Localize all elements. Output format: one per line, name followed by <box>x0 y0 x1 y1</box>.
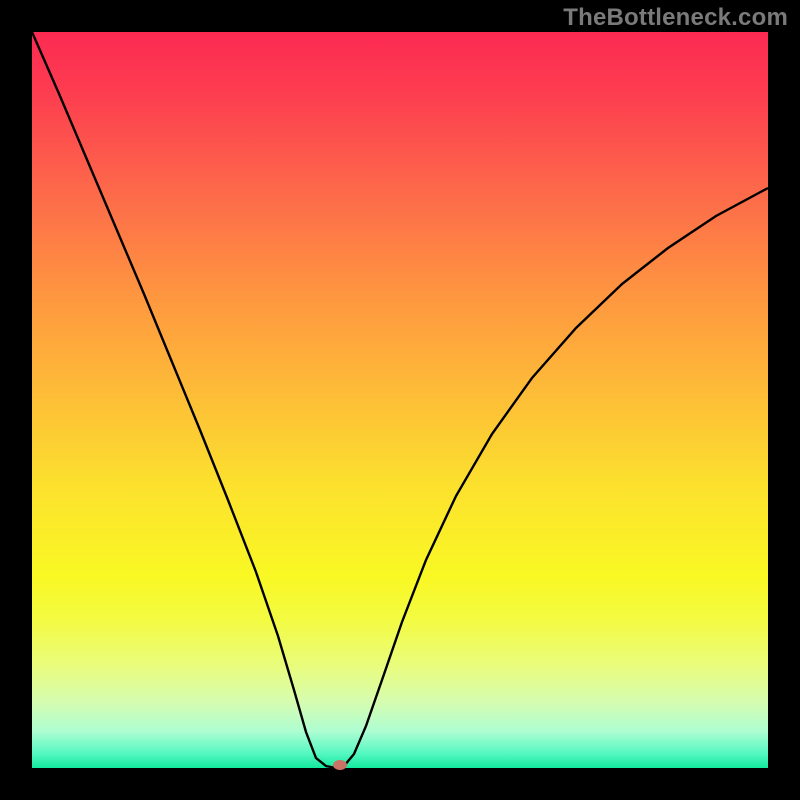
curve-line <box>32 32 768 768</box>
plot-area <box>32 32 768 768</box>
bottleneck-curve <box>32 32 768 768</box>
chart-container: TheBottleneck.com <box>0 0 800 800</box>
optimal-point-marker <box>333 760 347 770</box>
watermark-text: TheBottleneck.com <box>563 4 788 32</box>
